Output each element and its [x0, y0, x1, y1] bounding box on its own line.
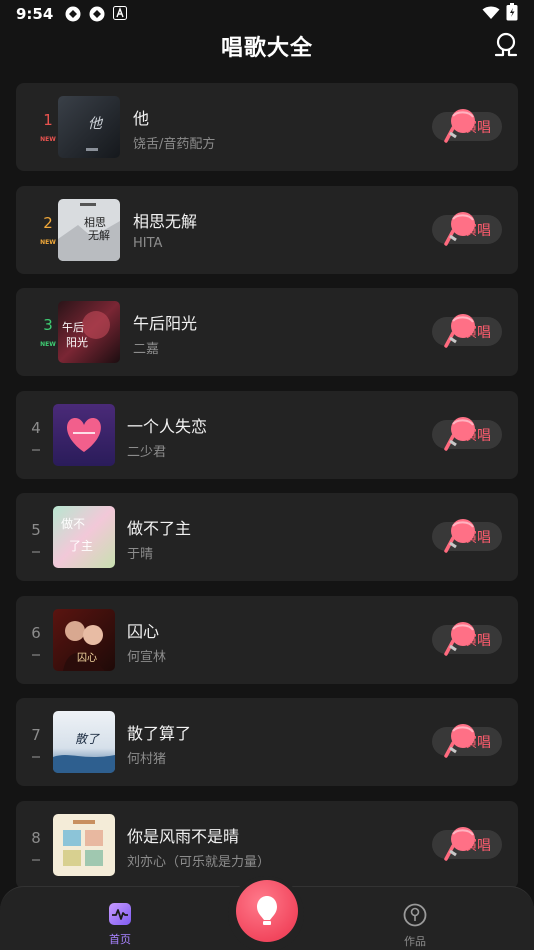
page-title: 唱歌大全	[220, 36, 313, 61]
album-cover	[53, 403, 115, 466]
svg-text:无解: 无解	[88, 228, 110, 242]
song-rank: 5	[31, 521, 41, 539]
svg-text:他: 他	[88, 116, 104, 132]
works-icon	[403, 903, 427, 927]
rank-unchanged-indicator	[32, 756, 40, 758]
font-app-icon	[113, 6, 129, 22]
song-artist: 刘亦心（可乐就是力量）	[127, 854, 271, 870]
song-title: 午后阳光	[133, 314, 198, 333]
song-title: 一个人失恋	[127, 416, 208, 436]
song-artist: 饶舌/音药配方	[133, 137, 216, 152]
svg-text:阳光: 阳光	[66, 335, 88, 349]
song-rank: 7	[31, 726, 41, 744]
microphone-icon	[444, 724, 475, 758]
song-artist: HITA	[133, 235, 163, 251]
rank-unchanged-indicator	[32, 448, 40, 451]
microphone-icon	[444, 416, 475, 451]
song-rank: 8	[31, 828, 41, 847]
svg-text:散了: 散了	[75, 732, 100, 746]
sing-center-button[interactable]	[236, 880, 298, 942]
nav-works[interactable]: 作品	[392, 903, 438, 948]
song-row[interactable]: 3 NEW 午后 阳光 午后阳光 二嘉 演唱	[16, 288, 518, 376]
song-artist: 何宣林	[127, 649, 167, 665]
microphone-icon	[444, 519, 475, 553]
song-rank: 6	[31, 623, 41, 642]
album-cover: 散了	[53, 711, 115, 773]
nav-home-label: 首页	[109, 933, 131, 946]
sync-notification-icon	[65, 6, 81, 22]
svg-text:了主: 了主	[69, 539, 93, 553]
song-row[interactable]: 6 囚心 囚心 何宣林 演唱	[16, 595, 518, 684]
album-cover: 他	[58, 96, 120, 158]
svg-text:囚心: 囚心	[77, 652, 97, 664]
svg-text:午后: 午后	[62, 321, 84, 334]
microphone-icon	[444, 109, 475, 143]
rank-unchanged-indicator	[32, 653, 40, 656]
song-rank: 4	[31, 418, 41, 437]
song-title: 你是风雨不是晴	[127, 826, 240, 846]
rank-unchanged-indicator	[32, 551, 40, 553]
sync-notification-icon-2	[89, 6, 105, 22]
song-title: 做不了主	[127, 519, 192, 538]
album-cover: 午后 阳光	[58, 301, 120, 363]
song-row[interactable]: 4 一个人失恋 二少君 演唱	[16, 390, 518, 479]
svg-text:相思: 相思	[84, 216, 106, 229]
song-artist: 二嘉	[133, 342, 160, 357]
album-cover: 相思 无解	[58, 198, 120, 261]
album-cover: 做不了主	[53, 506, 115, 568]
song-artist: 二少君	[127, 444, 167, 460]
song-row[interactable]: 5 做不 了主 做不了主 于晴 演唱	[16, 493, 518, 581]
microphone-icon	[257, 896, 277, 925]
song-row[interactable]: 2 NEW 相思 无解 相思无解 HITA 演唱	[16, 185, 518, 274]
waveform-icon	[109, 903, 131, 925]
album-cover	[53, 813, 115, 876]
nav-home[interactable]: 首页	[98, 903, 142, 947]
microphone-icon	[444, 621, 475, 656]
song-row[interactable]: 1 NEW 他 他 饶舌/音药配方 演唱	[16, 83, 518, 171]
song-list: 1 NEW 他 他 饶舌/音药配方 演唱 2 NEW 相思 无解 相思无解 HIT…	[16, 83, 518, 903]
status-bar: 9:54	[0, 0, 534, 28]
song-title: 他	[133, 109, 150, 128]
header: 唱歌大全	[0, 28, 534, 64]
song-title: 散了算了	[127, 724, 192, 743]
profile-icon	[494, 32, 518, 57]
profile-button[interactable]	[494, 32, 518, 58]
song-title: 相思无解	[133, 211, 198, 231]
microphone-icon	[444, 211, 475, 246]
svg-text:做不: 做不	[61, 516, 85, 531]
song-artist: 何村猪	[127, 752, 167, 767]
song-artist: 于晴	[127, 547, 154, 562]
rank-unchanged-indicator	[32, 858, 40, 861]
song-row[interactable]: 7 散了 散了算了 何村猪 演唱	[16, 698, 518, 786]
album-cover: 囚心	[53, 608, 115, 671]
microphone-icon	[444, 826, 475, 861]
song-title: 囚心	[127, 621, 160, 641]
status-time: 9:54	[16, 5, 54, 23]
battery-icon	[506, 3, 518, 25]
wifi-icon	[482, 5, 500, 24]
microphone-icon	[444, 314, 475, 348]
nav-works-label: 作品	[404, 935, 426, 948]
